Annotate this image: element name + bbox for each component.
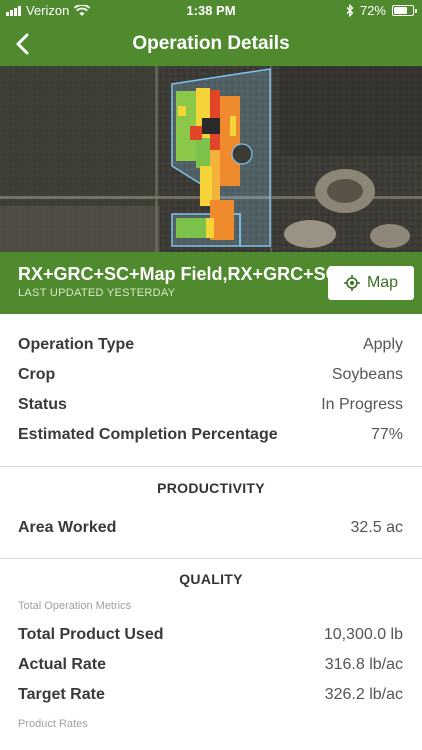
quality-row-actual-rate: Actual Rate 316.8 lb/ac: [0, 650, 422, 680]
quality-value: 326.2 lb/ac: [324, 686, 403, 703]
quality-title: QUALITY: [179, 571, 243, 587]
detail-label: Crop: [18, 366, 56, 383]
last-updated-label: LAST UPDATED YESTERDAY: [18, 287, 176, 299]
quality-label: Total Product Used: [18, 626, 164, 643]
quality-list: Total Product Used 10,300.0 lb Actual Ra…: [0, 620, 422, 710]
detail-value: Apply: [362, 336, 403, 353]
field-header: RX+GRC+SC+Map Field,RX+GRC+SC+ LAST UPDA…: [0, 252, 422, 314]
map-button[interactable]: Map: [328, 266, 414, 300]
detail-value: 77%: [370, 426, 403, 443]
detail-label: Estimated Completion Percentage: [18, 426, 278, 443]
status-right: 72%: [346, 3, 417, 18]
productivity-row-area-worked: Area Worked 32.5 ac: [0, 513, 422, 543]
page-title: Operation Details: [132, 33, 290, 54]
field-map[interactable]: [0, 66, 422, 252]
map-button-label: Map: [366, 274, 399, 291]
quality-label: Target Rate: [18, 686, 105, 703]
battery-fill: [394, 7, 407, 14]
productivity-title: PRODUCTIVITY: [157, 480, 265, 496]
location-target-icon: [343, 275, 360, 291]
product-rates-subhead: Product Rates: [18, 718, 88, 730]
details-list: Operation Type Apply Crop Soybeans Statu…: [0, 330, 422, 450]
divider: [0, 466, 422, 467]
quality-value: 316.8 lb/ac: [324, 656, 403, 673]
total-metrics-subhead: Total Operation Metrics: [18, 600, 132, 612]
detail-row-completion: Estimated Completion Percentage 77%: [0, 420, 422, 450]
productivity-label: Area Worked: [18, 519, 117, 536]
detail-row-crop: Crop Soybeans: [0, 360, 422, 390]
quality-value: 10,300.0 lb: [323, 626, 403, 643]
divider: [0, 558, 422, 559]
field-name: RX+GRC+SC+Map Field,RX+GRC+SC+: [18, 264, 350, 284]
satellite-map-image: [0, 66, 422, 252]
detail-row-status: Status In Progress: [0, 390, 422, 420]
productivity-value: 32.5 ac: [350, 519, 403, 536]
quality-row-target-rate: Target Rate 326.2 lb/ac: [0, 680, 422, 710]
detail-row-operation-type: Operation Type Apply: [0, 330, 422, 360]
detail-label: Operation Type: [18, 336, 135, 353]
battery-percent: 72%: [359, 3, 386, 18]
quality-row-total-product: Total Product Used 10,300.0 lb: [0, 620, 422, 650]
detail-label: Status: [18, 396, 67, 413]
battery-icon: [392, 5, 417, 16]
status-bar: Verizon 1:38 PM 72%: [0, 0, 422, 22]
nav-bar: Operation Details: [0, 22, 422, 66]
detail-value: In Progress: [321, 396, 403, 413]
productivity-list: Area Worked 32.5 ac: [0, 513, 422, 543]
detail-value: Soybeans: [331, 366, 403, 383]
quality-label: Actual Rate: [18, 656, 107, 673]
bluetooth-icon: [346, 4, 354, 17]
